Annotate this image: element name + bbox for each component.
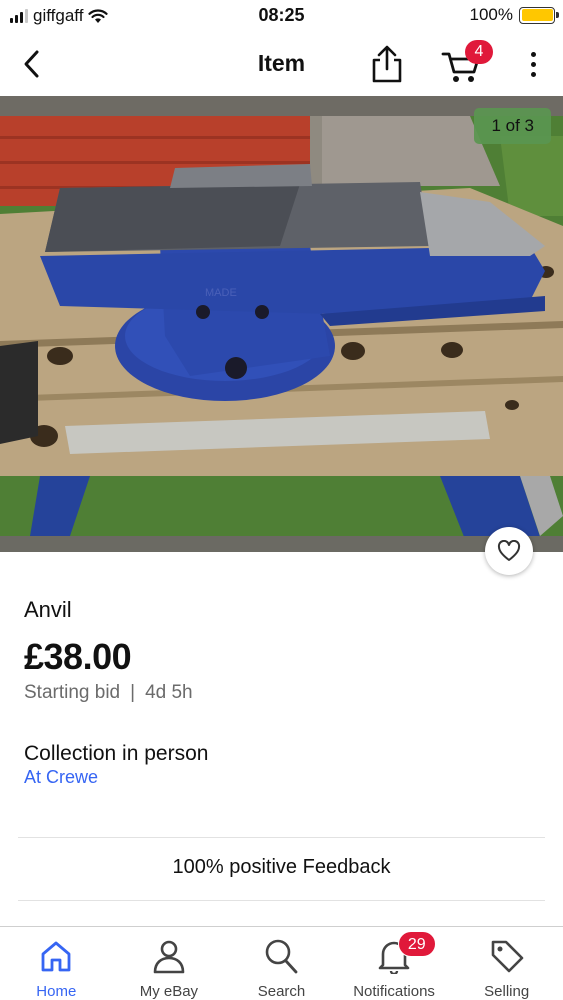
item-title: Anvil [24, 597, 72, 622]
share-button[interactable] [368, 44, 406, 84]
battery-percent: 100% [469, 5, 513, 24]
tab-label: My eBay [139, 983, 199, 1000]
item-photo: MADE [0, 96, 563, 552]
divider [18, 900, 545, 901]
item-price: £38.00 [24, 636, 132, 677]
time-left: 4d 5h [145, 682, 193, 703]
share-icon [372, 45, 402, 83]
search-icon [261, 937, 301, 975]
tab-my-ebay[interactable]: My eBay [113, 927, 226, 1000]
back-button[interactable] [14, 46, 50, 82]
person-icon [149, 937, 189, 975]
battery-icon [519, 6, 559, 24]
divider [18, 837, 545, 838]
nav-bar: Item 4 [0, 32, 563, 96]
tab-label: Notifications [353, 983, 435, 1000]
cart-count-badge: 4 [465, 40, 493, 64]
tab-search[interactable]: Search [225, 927, 338, 1000]
tab-home[interactable]: Home [0, 927, 113, 1000]
tab-label: Home [36, 983, 77, 1000]
back-chevron-icon [24, 50, 39, 78]
notification-count-badge: 29 [397, 931, 436, 957]
watch-button[interactable] [485, 527, 533, 575]
tag-icon [487, 937, 527, 975]
home-icon [36, 937, 76, 975]
tab-notifications[interactable]: 29 Notifications [338, 927, 451, 1000]
tab-label: Selling [484, 983, 530, 1000]
delivery-method: Collection in person [24, 742, 209, 765]
more-vertical-icon [530, 51, 536, 57]
cart-button[interactable]: 4 [440, 40, 493, 86]
more-options-button[interactable] [520, 46, 546, 82]
image-counter: 1 of 3 [474, 108, 551, 144]
tab-selling[interactable]: Selling [450, 927, 563, 1000]
heart-icon [497, 540, 521, 561]
seller-feedback[interactable]: 100% positive Feedback [0, 856, 563, 879]
tab-label: Search [257, 983, 306, 1000]
location-link[interactable]: At Crewe [24, 767, 98, 788]
svg-text:MADE: MADE [205, 287, 237, 299]
tab-bar: Home My eBay Search 29 Notifications Sel… [0, 926, 563, 1000]
price-meta: Starting bid | 4d 5h [24, 682, 193, 704]
status-bar: giffgaff 08:25 100% [0, 0, 563, 32]
item-image[interactable]: MADE 1 of 3 [0, 96, 563, 552]
meta-separator: | [130, 682, 136, 703]
bid-type: Starting bid [24, 682, 121, 703]
status-right: 100% [469, 5, 559, 25]
